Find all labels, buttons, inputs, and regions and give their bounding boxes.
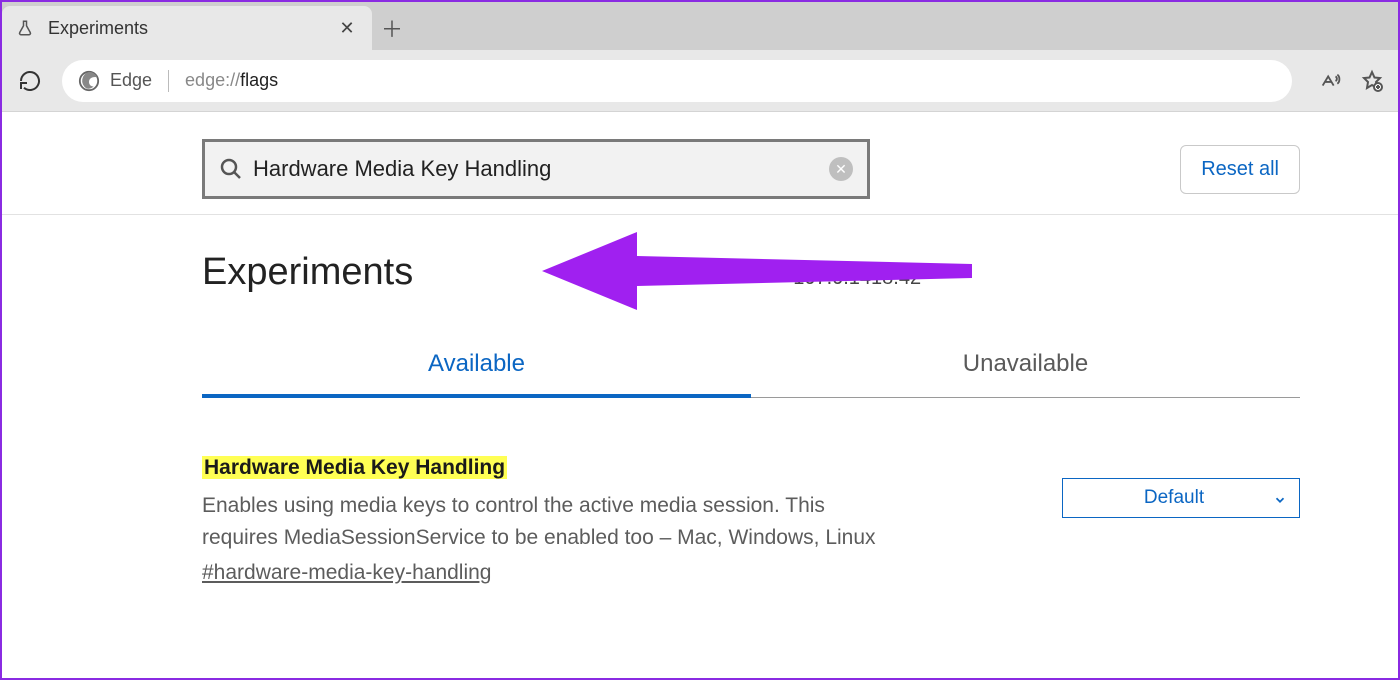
flag-item: Hardware Media Key Handling Enables usin… <box>202 456 1300 585</box>
url-prefix: edge:// <box>185 70 240 90</box>
flask-icon <box>16 19 34 37</box>
page-header: Experiments 107.0.1418.42 <box>2 215 1398 294</box>
flag-text: Hardware Media Key Handling Enables usin… <box>202 456 1002 585</box>
flag-state-select[interactable]: Default <box>1062 478 1300 518</box>
tab-unavailable[interactable]: Unavailable <box>751 340 1300 397</box>
toolbar-right-icons <box>1318 69 1384 93</box>
edge-logo-icon <box>78 70 100 92</box>
flag-anchor-link[interactable]: #hardware-media-key-handling <box>202 561 492 585</box>
refresh-icon[interactable] <box>16 67 44 95</box>
address-separator <box>168 70 169 92</box>
page-title: Experiments <box>202 251 413 294</box>
chevron-down-icon <box>1273 491 1287 505</box>
version-label: 107.0.1418.42 <box>793 267 921 290</box>
tabs-row: Available Unavailable <box>202 340 1300 398</box>
flag-description: Enables using media keys to control the … <box>202 490 902 553</box>
url-page: flags <box>240 70 278 90</box>
search-input[interactable] <box>253 156 819 182</box>
search-icon <box>219 157 243 181</box>
clear-search-icon[interactable]: ✕ <box>829 157 853 181</box>
new-tab-button[interactable]: ＋ <box>372 6 412 50</box>
page-content: ✕ Reset all Experiments 107.0.1418.42 Av… <box>2 112 1398 585</box>
flag-select-wrap: Default <box>1062 456 1300 585</box>
reset-all-button[interactable]: Reset all <box>1180 145 1300 194</box>
favorites-icon[interactable] <box>1360 69 1384 93</box>
search-box[interactable]: ✕ <box>202 139 870 199</box>
browser-tab[interactable]: Experiments ✕ <box>2 6 372 50</box>
address-url: edge://flags <box>185 70 278 91</box>
tab-title: Experiments <box>48 18 336 39</box>
tab-available[interactable]: Available <box>202 340 751 398</box>
flag-select-value: Default <box>1144 487 1204 509</box>
browser-toolbar: Edge edge://flags <box>2 50 1398 112</box>
read-aloud-icon[interactable] <box>1318 69 1342 93</box>
address-bar[interactable]: Edge edge://flags <box>62 60 1292 102</box>
address-label: Edge <box>110 70 152 91</box>
flag-title: Hardware Media Key Handling <box>202 456 507 479</box>
search-row: ✕ Reset all <box>2 130 1398 208</box>
tab-strip: Experiments ✕ ＋ <box>2 2 1398 50</box>
close-tab-icon[interactable]: ✕ <box>336 18 358 39</box>
